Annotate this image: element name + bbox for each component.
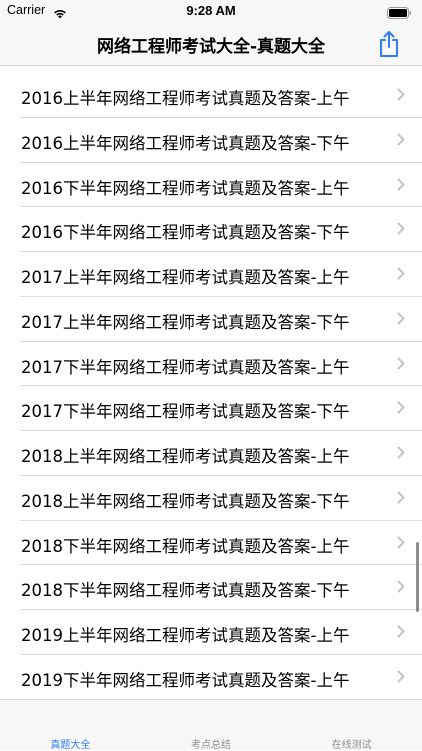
list-item-label: 2017下半年网络工程师考试真题及答案-下午: [21, 402, 350, 422]
status-time: 9:28 AM: [186, 3, 236, 18]
chevron-right-icon: [397, 312, 405, 325]
list-item[interactable]: 2016下半年网络工程师考试真题及答案-下午: [20, 207, 422, 252]
list-item-label: 2017下半年网络工程师考试真题及答案-上午: [21, 357, 350, 377]
tab-label: 真题大全: [50, 740, 91, 751]
chevron-right-icon: [397, 625, 405, 638]
list-item-label: 2016上半年网络工程师考试真题及答案-下午: [21, 133, 350, 153]
list-item-label: 2018上半年网络工程师考试真题及答案-上午: [21, 447, 350, 466]
list-item[interactable]: 2016上半年网络工程师考试真题及答案-下午: [20, 118, 422, 163]
list-item-label: 2018下半年网络工程师考试真题及答案-上午: [21, 536, 350, 556]
list-item[interactable]: 2017下半年网络工程师考试真题及答案-上午: [20, 342, 422, 387]
chevron-right-icon: [397, 670, 405, 683]
chevron-right-icon: [397, 357, 405, 369]
chevron-right-icon: [397, 88, 405, 101]
chevron-right-icon: [397, 267, 405, 280]
list-item[interactable]: 2018下半年网络工程师考试真题及答案-下午: [20, 565, 422, 610]
list-item-label: 2016下半年网络工程师考试真题及答案-上午: [21, 178, 350, 198]
list-item[interactable]: 2017上半年网络工程师考试真题及答案-上午: [20, 252, 422, 297]
list-item[interactable]: 2018上半年网络工程师考试真题及答案-下午: [20, 476, 422, 521]
list-item-label: 2019下半年网络工程师考试真题及答案-上午: [21, 670, 350, 690]
status-bar: Carrier 9:28 AM: [0, 0, 422, 22]
tab-bar: 真题大全 考点总结 在线测试: [0, 699, 422, 751]
list-item-label: 2018下半年网络工程师考试真题及答案-下午: [21, 581, 350, 601]
chevron-right-icon: [397, 133, 405, 146]
list-item-label: 2017上半年网络工程师考试真题及答案-下午: [21, 312, 350, 332]
list-item[interactable]: 2017上半年网络工程师考试真题及答案-下午: [20, 297, 422, 342]
share-button[interactable]: [376, 29, 402, 59]
tab-exam-papers[interactable]: 真题大全: [0, 700, 141, 751]
list-item[interactable]: 2019上半年网络工程师考试真题及答案-上午: [20, 610, 422, 655]
list-item[interactable]: 2016上半年网络工程师考试真题及答案-上午: [20, 73, 422, 118]
share-icon: [380, 31, 398, 57]
list-item-label: 2016下半年网络工程师考试真题及答案-下午: [21, 223, 350, 243]
list-item[interactable]: 2017下半年网络工程师考试真题及答案-下午: [20, 386, 422, 431]
tab-label: 考点总结: [190, 740, 231, 751]
list-item[interactable]: 2018上半年网络工程师考试真题及答案-上午: [20, 431, 422, 476]
list-item[interactable]: 2016下半年网络工程师考试真题及答案-上午: [20, 163, 422, 208]
page-title: 网络工程师考试大全-真题大全: [96, 37, 326, 57]
chevron-right-icon: [397, 446, 405, 459]
list-item-label: 2019上半年网络工程师考试真题及答案-上午: [21, 626, 350, 645]
navigation-bar: 网络工程师考试大全-真题大全: [0, 22, 422, 66]
chevron-right-icon: [397, 580, 405, 593]
exam-list-view[interactable]: 2016上半年网络工程师考试真题及答案-上午 2016上半年网络工程师考试真题及答…: [0, 66, 422, 699]
list-item[interactable]: 2018下半年网络工程师考试真题及答案-上午: [20, 521, 422, 566]
list-item[interactable]: 2019下半年网络工程师考试真题及答案-上午: [20, 655, 422, 699]
chevron-right-icon: [397, 222, 405, 235]
tab-key-points[interactable]: 考点总结: [141, 700, 282, 751]
exam-list: 2016上半年网络工程师考试真题及答案-上午 2016上半年网络工程师考试真题及答…: [0, 73, 422, 699]
chevron-right-icon: [397, 491, 405, 504]
tab-online-test[interactable]: 在线测试: [281, 700, 422, 751]
list-item-label: 2016上半年网络工程师考试真题及答案-上午: [21, 89, 350, 108]
battery-icon: [387, 4, 412, 19]
chevron-right-icon: [397, 178, 405, 190]
list-item-label: 2018上半年网络工程师考试真题及答案-下午: [21, 491, 350, 511]
tab-label: 在线测试: [331, 740, 372, 751]
chevron-right-icon: [397, 401, 405, 414]
list-item-label: 2017上半年网络工程师考试真题及答案-上午: [21, 268, 350, 287]
scroll-indicator[interactable]: [416, 542, 419, 612]
chevron-right-icon: [397, 536, 405, 548]
